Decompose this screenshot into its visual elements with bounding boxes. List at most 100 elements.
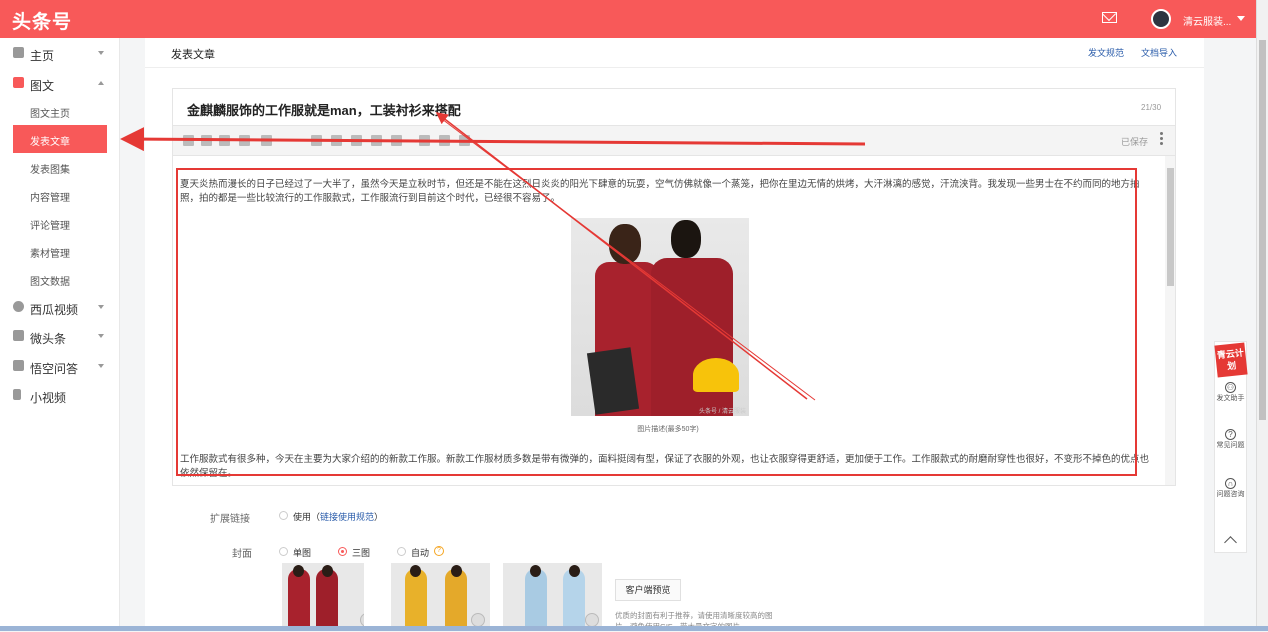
image-icon[interactable] <box>311 135 322 146</box>
video-insert-icon[interactable] <box>331 135 342 146</box>
top-bar: 头条号 清云服装... <box>0 0 1256 38</box>
extension-radio[interactable] <box>279 511 288 520</box>
woman-head <box>609 224 641 264</box>
short-video-icon <box>13 389 21 400</box>
sidebar-sub-publish-article[interactable]: 发表文章 <box>13 125 107 153</box>
page-scrollbar[interactable] <box>1256 0 1268 631</box>
client-preview-button[interactable]: 客户端预览 <box>615 579 681 601</box>
eraser-icon[interactable] <box>419 135 430 146</box>
import-doc-link[interactable]: 文档导入 <box>1141 46 1177 59</box>
app-logo[interactable]: 头条号 <box>12 7 72 34</box>
sidebar-item-label: 悟空问答 <box>30 362 79 376</box>
cover-thumbnail-1[interactable] <box>282 563 364 631</box>
cover-radio-auto[interactable] <box>397 547 406 556</box>
saved-status: 已保存 <box>1121 137 1149 147</box>
sidebar-item-label: 小视频 <box>30 391 67 405</box>
crop-icon[interactable] <box>585 613 599 627</box>
avatar[interactable] <box>1151 9 1171 29</box>
back-to-top-icon[interactable] <box>1224 536 1237 549</box>
undo-icon[interactable] <box>439 135 450 146</box>
extension-option-text: 使用 <box>293 512 312 522</box>
sidebar-item-home[interactable]: 主页 <box>0 39 120 67</box>
publish-rules-link[interactable]: 发文规范 <box>1088 46 1124 59</box>
page-scrollbar-thumb[interactable] <box>1259 40 1266 420</box>
ordered-list-icon[interactable] <box>239 135 250 146</box>
sidebar-item-short-video[interactable]: 小视频 <box>0 381 120 409</box>
crop-icon[interactable] <box>471 613 485 627</box>
paragraph-2: 工作服款式有很多种，今天在主要为大家介绍的的新款工作服。新款工作服材质多数是带有… <box>180 454 1150 479</box>
title-input[interactable]: 金麒麟服饰的工作服就是man，工装衬衫来搭配 21/30 <box>172 88 1176 126</box>
mic-icon[interactable] <box>371 135 382 146</box>
question-icon: ? <box>1225 429 1236 440</box>
man-figure <box>651 258 733 416</box>
extension-label: 扩展链接 <box>210 514 250 525</box>
cover-thumbnail-2[interactable] <box>391 563 490 631</box>
chevron-down-icon <box>98 305 104 309</box>
cover-thumbnail-3[interactable] <box>503 563 602 631</box>
floating-helper-panel: 青云计划 ⚇ 发文助手 ? 常见问题 ∩ 问题咨询 <box>1214 341 1248 553</box>
extension-paren-close: ） <box>374 512 384 522</box>
more-icon[interactable] <box>1160 132 1163 146</box>
editor-content[interactable]: 夏天炎热而漫长的日子已经过了一大半了，虽然今天是立秋时节，但还是不能在这烈日炎炎… <box>172 156 1176 486</box>
sidebar-item-label: 微头条 <box>30 332 67 346</box>
sidebar-sub-content-manage[interactable]: 内容管理 <box>13 181 107 209</box>
publish-assistant-button[interactable]: ⚇ 发文助手 <box>1215 382 1246 403</box>
sidebar-sub-label: 发表图集 <box>30 165 70 176</box>
cover-label: 封面 <box>232 549 252 560</box>
faq-button[interactable]: ? 常见问题 <box>1215 429 1246 450</box>
username[interactable]: 清云服装... <box>1183 13 1231 28</box>
redo-icon[interactable] <box>459 135 470 146</box>
extension-paren-open: （ <box>311 512 321 522</box>
extension-option: 使用（链接使用规范） <box>293 510 383 523</box>
chevron-up-icon <box>98 81 104 85</box>
video-icon <box>13 301 24 312</box>
chevron-down-icon <box>98 51 104 55</box>
cover-radio-triple[interactable] <box>338 547 347 556</box>
image-caption[interactable]: 图片描述(最多50字) <box>173 424 1163 434</box>
sidebar-sub-label: 发表文章 <box>30 137 70 148</box>
unordered-list-icon[interactable] <box>261 135 272 146</box>
chevron-down-icon <box>98 364 104 368</box>
sidebar-sub-label: 图文数据 <box>30 277 70 288</box>
sidebar-sub-comment-manage[interactable]: 评论管理 <box>13 209 107 237</box>
quote-icon[interactable] <box>219 135 230 146</box>
heading-icon[interactable] <box>183 135 194 146</box>
sidebar-item-micro[interactable]: 微头条 <box>0 322 120 350</box>
fp-label: 常见问题 <box>1216 442 1245 449</box>
sidebar-item-label: 主页 <box>30 49 55 63</box>
chevron-down-icon[interactable] <box>1237 16 1245 21</box>
mail-icon[interactable] <box>1102 12 1117 23</box>
main-header: 发表文章 发文规范 文档导入 <box>145 38 1204 68</box>
cover-option-auto: 自动 <box>411 548 430 558</box>
sidebar-item-qa[interactable]: 悟空问答 <box>0 352 120 380</box>
link-rules-link[interactable]: 链接使用规范 <box>320 512 374 522</box>
consult-button[interactable]: ∩ 问题咨询 <box>1215 478 1246 499</box>
fp-label: 问题咨询 <box>1216 491 1245 498</box>
sidebar-item-label: 图文 <box>30 79 55 93</box>
audio-icon[interactable] <box>351 135 362 146</box>
bold-icon[interactable] <box>201 135 212 146</box>
cover-figure <box>316 569 338 631</box>
crop-icon[interactable] <box>360 613 364 627</box>
title-char-count: 21/30 <box>1141 103 1162 112</box>
os-taskbar <box>0 626 1268 631</box>
help-icon[interactable]: ? <box>434 546 444 556</box>
editor-scrollbar-thumb[interactable] <box>1167 168 1174 286</box>
home-icon <box>13 47 24 58</box>
sidebar-item-video[interactable]: 西瓜视频 <box>0 293 120 321</box>
headset-icon: ∩ <box>1225 478 1236 489</box>
editor-scrollbar[interactable] <box>1165 156 1175 485</box>
sidebar-sub-material-manage[interactable]: 素材管理 <box>13 237 107 265</box>
article-image[interactable]: 头条号 / 清云服装 <box>571 218 749 416</box>
sidebar-item-article[interactable]: 图文 <box>0 69 120 97</box>
sidebar-sub-label: 评论管理 <box>30 221 70 232</box>
sidebar-sub-article-data[interactable]: 图文数据 <box>13 265 107 293</box>
divider-icon[interactable] <box>391 135 402 146</box>
sidebar-sub-publish-gallery[interactable]: 发表图集 <box>13 153 107 181</box>
sidebar-sub-article-home[interactable]: 图文主页 <box>13 97 107 125</box>
article-title: 金麒麟服饰的工作服就是man，工装衬衫来搭配 <box>187 103 461 118</box>
cover-radio-single[interactable] <box>279 547 288 556</box>
folder-prop <box>586 347 640 415</box>
micro-icon <box>13 330 24 341</box>
qingyun-plan-logo[interactable]: 青云计划 <box>1214 342 1248 378</box>
